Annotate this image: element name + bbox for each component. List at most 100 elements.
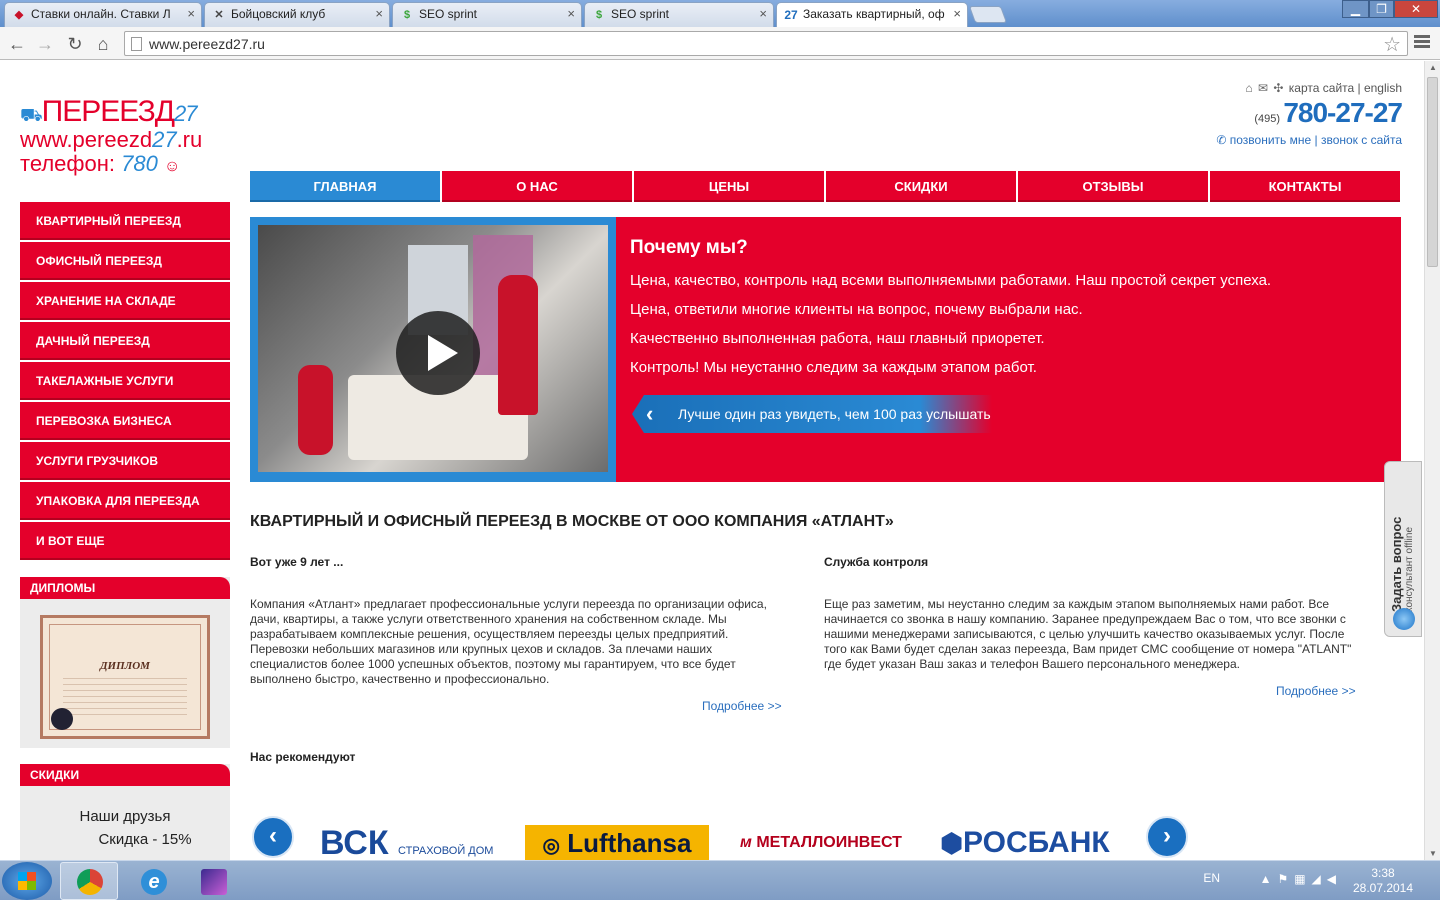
logo-phone-a: телефон:: [20, 151, 122, 176]
close-icon[interactable]: ×: [187, 3, 195, 25]
top-links[interactable]: карта сайта | english: [1289, 81, 1402, 95]
ask-question-widget[interactable]: Задать вопрос консультант offline: [1384, 461, 1422, 637]
sidebar-item-more[interactable]: И ВОТ ЕЩЕ: [20, 522, 230, 560]
sidebar-item-apartment-move[interactable]: КВАРТИРНЫЙ ПЕРЕЕЗД: [20, 202, 230, 240]
language-indicator[interactable]: EN: [1203, 871, 1220, 885]
carousel-next-button[interactable]: ›: [1146, 816, 1188, 858]
partner-lufthansa-logo[interactable]: ◎ Lufthansa: [525, 825, 709, 860]
callback-links[interactable]: позвонить мне | звонок с сайта: [1230, 133, 1402, 147]
taskbar-ie[interactable]: e: [124, 862, 182, 900]
close-icon[interactable]: ×: [759, 3, 767, 25]
window-close-button[interactable]: ✕: [1394, 0, 1438, 18]
chrome-icon: [77, 869, 103, 895]
taskbar-media[interactable]: [184, 862, 242, 900]
crane-icon: ◎: [542, 835, 560, 857]
header-contacts: ⌂ ✉ ✣ карта сайта | english (495) 780-27…: [1216, 81, 1403, 147]
betting-icon: ◆: [14, 9, 24, 21]
partner-metalloinvest-name: МЕТАЛЛОИНВЕСТ: [756, 834, 902, 851]
video-player[interactable]: [250, 217, 616, 482]
sidebar-item-rigging[interactable]: ТАКЕЛАЖНЫЕ УСЛУГИ: [20, 362, 230, 400]
more-link-control[interactable]: Подробнее >>: [1276, 684, 1356, 699]
sidebar-item-storage[interactable]: ХРАНЕНИЕ НА СКЛАДЕ: [20, 282, 230, 320]
clock-time: 3:38: [1371, 866, 1395, 880]
more-link-about[interactable]: Подробнее >>: [702, 699, 782, 714]
diplomas-box: ДИПЛОМЫ ДИПЛОМ: [20, 577, 230, 748]
nav-prices[interactable]: ЦЕНЫ: [634, 171, 824, 202]
seosprint-icon: $: [595, 9, 603, 21]
reload-icon[interactable]: ↻: [64, 33, 86, 55]
video-thumbnail: [258, 225, 608, 472]
media-player-icon: [201, 869, 227, 895]
column-control-title: Служба контроля: [824, 555, 929, 569]
discounts-title: СКИДКИ: [20, 764, 230, 786]
tray-icons[interactable]: ▲⚑▦◢◀: [1260, 872, 1342, 886]
sidebar-item-packing[interactable]: УПАКОВКА ДЛЯ ПЕРЕЕЗДА: [20, 482, 230, 520]
site-logo[interactable]: ⛟ПЕРЕЕЗД27 www.pereezd27.ru телефон: 780…: [20, 95, 235, 177]
sidebar-item-dacha-move[interactable]: ДАЧНЫЙ ПЕРЕЕЗД: [20, 322, 230, 360]
clock[interactable]: 3:38 28.07.2014: [1348, 866, 1418, 896]
home-small-icon[interactable]: ⌂: [1245, 81, 1252, 95]
column-about: Вот уже 9 лет ... Компания «Атлант» пред…: [250, 555, 790, 713]
tab-4[interactable]: $ SEO sprint ×: [584, 2, 774, 27]
taskbar-chrome[interactable]: [60, 862, 118, 900]
friends-text: Наши друзья: [79, 808, 171, 825]
address-bar[interactable]: www.pereezd27.ru ☆: [124, 31, 1408, 56]
close-icon[interactable]: ×: [375, 3, 383, 25]
hero-banner: Почему мы? Цена, качество, контроль над …: [250, 217, 1401, 482]
logo-url-c: .ru: [176, 127, 203, 152]
hero-line-1: Цена, качество, контроль над всеми выпол…: [630, 272, 1272, 289]
nav-contacts[interactable]: КОНТАКТЫ: [1210, 171, 1400, 202]
logo-url-a: www.pereezd: [20, 127, 153, 152]
maximize-button[interactable]: ❐: [1369, 0, 1394, 18]
sitemap-icon[interactable]: ✣: [1273, 81, 1283, 95]
chevron-left-icon: ‹: [646, 401, 654, 426]
nav-reviews[interactable]: ОТЗЫВЫ: [1018, 171, 1208, 202]
carousel-prev-button[interactable]: ‹: [252, 816, 294, 858]
friends-discount: Скидка - 15%: [98, 831, 192, 848]
section-title: КВАРТИРНЫЙ И ОФИСНЫЙ ПЕРЕЕЗД В МОСКВЕ ОТ…: [250, 513, 894, 530]
diploma-image[interactable]: ДИПЛОМ: [40, 615, 210, 739]
close-icon[interactable]: ×: [953, 3, 961, 25]
rosbank-icon: ⬢: [940, 828, 963, 858]
minimize-button[interactable]: ▁: [1342, 0, 1369, 18]
scroll-thumb[interactable]: [1427, 77, 1438, 267]
hero-line-4: Контроль! Мы неустанно следим за каждым …: [630, 359, 1037, 376]
page-scrollbar[interactable]: ▲ ▼: [1424, 61, 1440, 860]
nav-about[interactable]: О НАС: [442, 171, 632, 202]
page-icon: [131, 37, 142, 51]
forward-icon[interactable]: →: [34, 33, 56, 55]
menu-icon[interactable]: [1414, 35, 1430, 51]
tab-5-active[interactable]: 27 Заказать квартирный, оф ×: [776, 2, 968, 28]
tab-2[interactable]: ✕ Бойцовский клуб ×: [204, 2, 390, 27]
diploma-text: ДИПЛОМ: [100, 660, 150, 672]
recommend-title: Нас рекомендуют: [250, 750, 356, 764]
start-button[interactable]: [2, 862, 52, 900]
sidebar-item-movers[interactable]: УСЛУГИ ГРУЗЧИКОВ: [20, 442, 230, 480]
hero-line-2: Цена, ответили многие клиенты на вопрос,…: [630, 301, 1083, 318]
nav-home[interactable]: ГЛАВНАЯ: [250, 171, 440, 202]
mail-icon[interactable]: ✉: [1258, 81, 1268, 95]
partner-vsk-logo[interactable]: ВСК СТРАХОВОЙ ДОМ: [320, 825, 506, 860]
phone-number: 780-27-27: [1283, 97, 1403, 128]
nav-discounts[interactable]: СКИДКИ: [826, 171, 1016, 202]
ask-title: Задать вопрос: [1389, 516, 1404, 612]
sidebar-item-office-move[interactable]: ОФИСНЫЙ ПЕРЕЕЗД: [20, 242, 230, 280]
back-icon[interactable]: ←: [6, 33, 28, 55]
pereezd27-icon: 27: [784, 8, 798, 22]
tab-strip: ◆ Ставки онлайн. Ставки Л × ✕ Бойцовский…: [0, 0, 1440, 28]
fight-club-icon: ✕: [214, 9, 224, 21]
logo-truck-icon: ⛟: [20, 105, 43, 125]
play-icon[interactable]: [396, 311, 480, 395]
tab-1[interactable]: ◆ Ставки онлайн. Ставки Л ×: [4, 2, 202, 27]
partner-rosbank-logo[interactable]: ⬢РОСБАНК: [935, 825, 1115, 860]
scroll-down-icon[interactable]: ▼: [1429, 849, 1437, 858]
tab-3[interactable]: $ SEO sprint ×: [392, 2, 582, 27]
scroll-up-icon[interactable]: ▲: [1429, 63, 1437, 72]
new-tab-button[interactable]: [968, 6, 1008, 23]
watch-video-button[interactable]: ‹ Лучше один раз увидеть, чем 100 раз ус…: [632, 395, 992, 433]
close-icon[interactable]: ×: [567, 3, 575, 25]
bookmark-star-icon[interactable]: ☆: [1383, 32, 1401, 57]
sidebar-item-business-transport[interactable]: ПЕРЕВОЗКА БИЗНЕСА: [20, 402, 230, 440]
partner-metalloinvest-logo[interactable]: ᴍ МЕТАЛЛОИНВЕСТ: [728, 825, 914, 860]
home-icon[interactable]: ⌂: [92, 33, 114, 55]
